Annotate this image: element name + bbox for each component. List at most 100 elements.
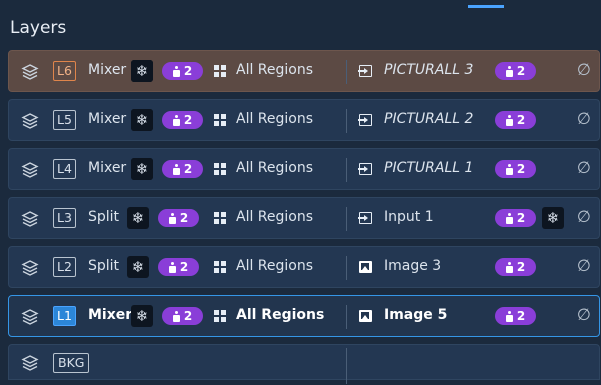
- source-outputs-count: 2: [516, 162, 526, 176]
- grid-icon: [214, 114, 226, 126]
- person-icon: [505, 261, 513, 273]
- snowflake-icon[interactable]: ❄: [131, 158, 153, 180]
- layer-type: Mixer: [88, 111, 127, 127]
- layer-id-tag: L2: [53, 257, 76, 277]
- source-outputs-badge[interactable]: 2: [495, 209, 536, 227]
- regions-label[interactable]: All Regions: [236, 258, 313, 274]
- grid-icon: [214, 163, 226, 175]
- outputs-badge[interactable]: 2: [158, 258, 199, 276]
- empty-set-icon[interactable]: ∅: [577, 158, 591, 177]
- layer-id-tag: L1: [53, 306, 76, 326]
- source-outputs-count: 2: [516, 64, 526, 78]
- layers-list: L6 Mixer ❄ 2 All Regions PICTURALL 3 2 ❄…: [8, 50, 600, 384]
- layer-row-l4[interactable]: L4 Mixer ❄ 2 All Regions PICTURALL 1 2 ❄…: [8, 148, 600, 190]
- empty-set-icon[interactable]: ∅: [577, 305, 591, 324]
- layer-id-tag: L4: [53, 159, 76, 179]
- column-divider: [346, 158, 347, 182]
- source-outputs-badge[interactable]: 2: [495, 62, 536, 80]
- outputs-badge[interactable]: 2: [158, 209, 199, 227]
- person-icon: [172, 65, 180, 77]
- source-outputs-badge[interactable]: 2: [495, 307, 536, 325]
- layer-id-tag: L6: [53, 61, 76, 81]
- source-label[interactable]: PICTURALL 3: [384, 62, 473, 78]
- person-icon: [168, 261, 176, 273]
- layers-stack-icon: [21, 355, 39, 371]
- layers-stack-icon: [21, 64, 39, 80]
- input-source-icon: [358, 163, 372, 175]
- image-icon: [359, 310, 372, 322]
- regions-label[interactable]: All Regions: [236, 62, 313, 78]
- input-source-icon: [358, 65, 372, 77]
- outputs-count: 2: [183, 309, 193, 323]
- person-icon: [172, 310, 180, 322]
- snowflake-icon[interactable]: ❄: [542, 207, 564, 229]
- layers-stack-icon: [21, 260, 39, 276]
- column-divider: [346, 256, 347, 280]
- outputs-badge[interactable]: 2: [162, 62, 203, 80]
- snowflake-icon[interactable]: ❄: [131, 305, 153, 327]
- source-outputs-badge[interactable]: 2: [495, 160, 536, 178]
- layers-stack-icon: [21, 211, 39, 227]
- layers-stack-icon: [21, 162, 39, 178]
- regions-label[interactable]: All Regions: [236, 307, 324, 323]
- regions-label[interactable]: All Regions: [236, 209, 313, 225]
- source-label[interactable]: Input 1: [384, 209, 434, 225]
- outputs-badge[interactable]: 2: [162, 160, 203, 178]
- grid-icon: [214, 212, 226, 224]
- layer-type: Split: [88, 258, 120, 274]
- panel-title: Layers: [10, 18, 67, 38]
- column-divider: [346, 305, 347, 329]
- outputs-badge[interactable]: 2: [162, 111, 203, 129]
- person-icon: [172, 114, 180, 126]
- source-outputs-count: 2: [516, 113, 526, 127]
- layers-stack-icon: [21, 309, 39, 325]
- person-icon: [505, 65, 513, 77]
- grid-icon: [214, 65, 226, 77]
- layer-row-l2[interactable]: L2 Split ❄ 2 All Regions Image 3 2 ∅: [8, 246, 600, 288]
- source-label[interactable]: PICTURALL 1: [384, 160, 473, 176]
- source-outputs-badge[interactable]: 2: [495, 111, 536, 129]
- outputs-count: 2: [179, 211, 189, 225]
- layer-row-bkg[interactable]: BKG: [8, 344, 600, 384]
- layer-type: Mixer: [88, 307, 133, 323]
- person-icon: [505, 212, 513, 224]
- column-divider: [346, 60, 347, 84]
- snowflake-icon[interactable]: ❄: [131, 60, 153, 82]
- source-outputs-count: 2: [516, 309, 526, 323]
- regions-label[interactable]: All Regions: [236, 160, 313, 176]
- person-icon: [505, 163, 513, 175]
- layer-row-l6[interactable]: L6 Mixer ❄ 2 All Regions PICTURALL 3 2 ❄…: [8, 50, 600, 92]
- layer-row-l3[interactable]: L3 Split ❄ 2 All Regions Input 1 2 ❄ ∅: [8, 197, 600, 239]
- outputs-count: 2: [183, 113, 193, 127]
- layer-row-l1[interactable]: L1 Mixer ❄ 2 All Regions Image 5 2 ∅: [8, 295, 600, 337]
- layer-row-l5[interactable]: L5 Mixer ❄ 2 All Regions PICTURALL 2 2 ❄…: [8, 99, 600, 141]
- snowflake-icon[interactable]: ❄: [127, 256, 149, 278]
- layers-stack-icon: [21, 113, 39, 129]
- source-label[interactable]: Image 5: [384, 307, 447, 323]
- empty-set-icon[interactable]: ∅: [577, 60, 591, 79]
- layer-id-tag: BKG: [53, 353, 90, 373]
- source-label[interactable]: PICTURALL 2: [384, 111, 473, 127]
- source-outputs-count: 2: [516, 260, 526, 274]
- outputs-badge[interactable]: 2: [162, 307, 203, 325]
- empty-set-icon[interactable]: ∅: [577, 207, 591, 226]
- person-icon: [505, 310, 513, 322]
- source-label[interactable]: Image 3: [384, 258, 441, 274]
- snowflake-icon[interactable]: ❄: [131, 109, 153, 131]
- column-divider: [346, 348, 347, 384]
- empty-set-icon[interactable]: ∅: [577, 109, 591, 128]
- source-outputs-count: 2: [516, 211, 526, 225]
- person-icon: [505, 114, 513, 126]
- snowflake-icon[interactable]: ❄: [127, 207, 149, 229]
- column-divider: [346, 207, 347, 231]
- person-icon: [172, 163, 180, 175]
- input-source-icon: [358, 114, 372, 126]
- source-outputs-badge[interactable]: 2: [495, 258, 536, 276]
- layer-type: Mixer: [88, 160, 127, 176]
- empty-set-icon[interactable]: ∅: [577, 256, 591, 275]
- outputs-count: 2: [179, 260, 189, 274]
- regions-label[interactable]: All Regions: [236, 111, 313, 127]
- top-strip: [0, 0, 601, 8]
- grid-icon: [214, 261, 226, 273]
- outputs-count: 2: [183, 162, 193, 176]
